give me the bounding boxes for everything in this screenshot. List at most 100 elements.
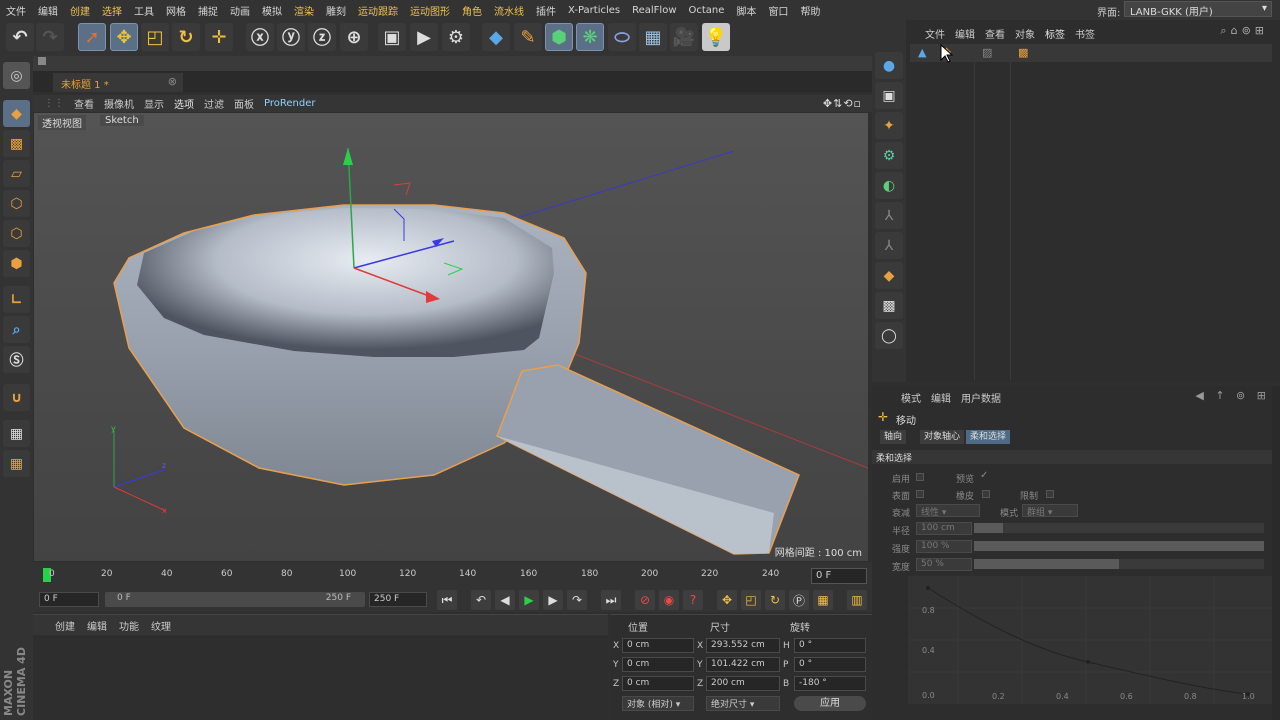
workplane-lock-icon[interactable]: ▦ bbox=[3, 420, 30, 447]
current-frame-field[interactable]: 0 F bbox=[811, 568, 867, 584]
render-view-icon[interactable]: ▣ bbox=[378, 23, 406, 51]
menu-motion-tracking[interactable]: 运动跟踪 bbox=[352, 3, 404, 18]
viewport-camera-label[interactable]: 透视视图 bbox=[38, 115, 86, 130]
transform-tool-icon[interactable]: ✛ bbox=[205, 23, 233, 51]
attribute-nav-icons[interactable]: ◀ ↑ ⊚ ⊞ bbox=[1195, 389, 1270, 402]
axis-mode-icon[interactable]: ∟ bbox=[3, 286, 30, 313]
position-z-field[interactable]: 0 cm bbox=[622, 676, 694, 691]
go-to-end-icon[interactable]: ⏭ bbox=[601, 590, 621, 610]
material-menu-texture[interactable]: 纹理 bbox=[145, 618, 177, 633]
next-frame-icon[interactable]: ▶ bbox=[543, 590, 563, 610]
falloff-curve-graph[interactable]: 0.8 0.4 0.0 0.2 0.4 0.6 0.8 1.0 bbox=[908, 576, 1272, 704]
polygons-mode-icon[interactable]: ⬢ bbox=[3, 250, 30, 277]
cube-primitive-icon[interactable]: ◆ bbox=[482, 23, 510, 51]
restrict-checkbox[interactable] bbox=[1046, 490, 1054, 498]
viewport-menu-filter[interactable]: 过滤 bbox=[199, 96, 229, 111]
object-menu-bookmarks[interactable]: 书签 bbox=[1070, 26, 1100, 41]
atom-array-icon[interactable]: ⚙ bbox=[875, 142, 903, 169]
undo-icon[interactable]: ↶ bbox=[6, 23, 34, 51]
menu-snap[interactable]: 捕捉 bbox=[192, 3, 224, 18]
render-settings-icon[interactable]: ⚙ bbox=[442, 23, 470, 51]
pen-spline-icon[interactable]: ✎ bbox=[514, 23, 542, 51]
object-list-row[interactable]: ▲ ✥ ▨ ▩ bbox=[910, 44, 1272, 62]
texture-mode-icon[interactable]: ▩ bbox=[3, 130, 30, 157]
menu-mesh[interactable]: 网格 bbox=[160, 3, 192, 18]
tab-axis[interactable]: 轴向 bbox=[880, 430, 907, 444]
key-rotation-icon[interactable]: ↻ bbox=[765, 590, 785, 610]
rotate-tool-icon[interactable]: ↻ bbox=[172, 23, 200, 51]
rotation-b-field[interactable]: -180 ° bbox=[794, 676, 866, 691]
visibility-toggle-icon[interactable]: ▨ bbox=[982, 46, 992, 59]
next-key-icon[interactable]: ↷ bbox=[567, 590, 587, 610]
effector-icon[interactable]: ✦ bbox=[875, 112, 903, 139]
menu-create[interactable]: 创建 bbox=[64, 3, 96, 18]
y-axis-arrow[interactable] bbox=[343, 148, 353, 165]
previous-key-icon[interactable]: ↶ bbox=[471, 590, 491, 610]
viewport-menu-display[interactable]: 显示 bbox=[139, 96, 169, 111]
scale-tool-icon[interactable]: ◰ bbox=[141, 23, 169, 51]
viewport-menu-prorender[interactable]: ProRender bbox=[259, 98, 320, 109]
menu-realflow[interactable]: RealFlow bbox=[626, 5, 682, 16]
joint-icon[interactable]: ⅄ bbox=[875, 232, 903, 259]
object-menu-objects[interactable]: 对象 bbox=[1010, 26, 1040, 41]
viewport-sketch-label[interactable]: Sketch bbox=[100, 115, 144, 126]
timeline-ruler[interactable]: 0 20 40 60 80 100 120 140 160 180 200 22… bbox=[33, 562, 872, 588]
render-picture-viewer-icon[interactable]: ▶ bbox=[410, 23, 438, 51]
radius-slider-track[interactable] bbox=[974, 523, 1264, 533]
menu-animate[interactable]: 动画 bbox=[224, 3, 256, 18]
viewport-menu-view[interactable]: 查看 bbox=[69, 96, 99, 111]
snap-magnet-icon[interactable]: ∪ bbox=[3, 384, 30, 411]
menu-simulate[interactable]: 模拟 bbox=[256, 3, 288, 18]
menu-sculpt[interactable]: 雕刻 bbox=[320, 3, 352, 18]
menu-select[interactable]: 选择 bbox=[96, 3, 128, 18]
key-parameter-icon[interactable]: Ⓟ bbox=[789, 590, 809, 610]
redo-icon[interactable]: ↷ bbox=[36, 23, 64, 51]
x-axis-lock-icon[interactable]: ⓧ bbox=[246, 23, 274, 51]
menu-help[interactable]: 帮助 bbox=[794, 3, 826, 18]
bone-icon[interactable]: ⅄ bbox=[875, 202, 903, 229]
material-menu-function[interactable]: 功能 bbox=[113, 618, 145, 633]
object-menu-view[interactable]: 查看 bbox=[980, 26, 1010, 41]
attribute-menu-mode[interactable]: 模式 bbox=[896, 390, 926, 405]
layout-dropdown[interactable]: LANB-GKK (用户) bbox=[1124, 1, 1272, 18]
points-mode-icon[interactable]: ⬡ bbox=[3, 190, 30, 217]
autokey-icon[interactable]: ◉ bbox=[659, 590, 679, 610]
close-tab-icon[interactable]: ⊗ bbox=[168, 75, 177, 88]
sphere-tag-icon[interactable]: ◐ bbox=[875, 172, 903, 199]
edges-mode-icon[interactable]: ⬡ bbox=[3, 220, 30, 247]
workplane-align-icon[interactable]: ▦ bbox=[3, 450, 30, 477]
3d-viewport[interactable]: y z x 透视视图 Sketch 网格间距 : 100 cm bbox=[34, 113, 868, 561]
size-y-field[interactable]: 101.422 cm bbox=[706, 657, 780, 672]
solo-icon[interactable]: Ⓢ bbox=[3, 346, 30, 373]
menu-script[interactable]: 脚本 bbox=[730, 3, 762, 18]
menu-pipeline[interactable]: 流水线 bbox=[488, 3, 530, 18]
floor-icon[interactable]: ▦ bbox=[639, 23, 667, 51]
object-menu-file[interactable]: 文件 bbox=[920, 26, 950, 41]
start-frame-field[interactable]: 0 F bbox=[39, 592, 99, 607]
menu-mograph[interactable]: 运动图形 bbox=[404, 3, 456, 18]
rubber-checkbox[interactable] bbox=[982, 490, 990, 498]
position-y-field[interactable]: 0 cm bbox=[622, 657, 694, 672]
key-pla-icon[interactable]: ▦ bbox=[813, 590, 833, 610]
radius-field[interactable]: 100 cm bbox=[916, 522, 972, 535]
record-keys-icon[interactable]: ⊘ bbox=[635, 590, 655, 610]
rotation-h-field[interactable]: 0 ° bbox=[794, 638, 866, 653]
mode-dropdown[interactable]: 群组 ▾ bbox=[1022, 504, 1078, 518]
end-frame-field[interactable]: 250 F bbox=[369, 592, 427, 607]
menu-character[interactable]: 角色 bbox=[456, 3, 488, 18]
frame-range-slider[interactable]: 0 F 250 F bbox=[105, 592, 365, 607]
viewport-menu-options[interactable]: 选项 bbox=[169, 96, 199, 111]
attribute-menu-edit[interactable]: 编辑 bbox=[926, 390, 956, 405]
workplane-icon[interactable]: ▱ bbox=[3, 160, 30, 187]
z-axis-lock-icon[interactable]: ⓩ bbox=[308, 23, 336, 51]
surface-checkbox[interactable] bbox=[916, 490, 924, 498]
key-scale-icon[interactable]: ◰ bbox=[741, 590, 761, 610]
menu-edit[interactable]: 编辑 bbox=[32, 3, 64, 18]
curve-point[interactable] bbox=[926, 586, 930, 590]
document-tab[interactable]: 未标题 1 * ⊗ bbox=[53, 73, 183, 92]
size-mode-dropdown[interactable]: 绝对尺寸 ▾ bbox=[706, 696, 780, 711]
phong-tag-icon[interactable]: ▩ bbox=[1018, 46, 1028, 59]
select-cursor-icon[interactable]: ➚ bbox=[78, 23, 106, 51]
width-field[interactable]: 50 % bbox=[916, 558, 972, 571]
menu-window[interactable]: 窗口 bbox=[762, 3, 794, 18]
